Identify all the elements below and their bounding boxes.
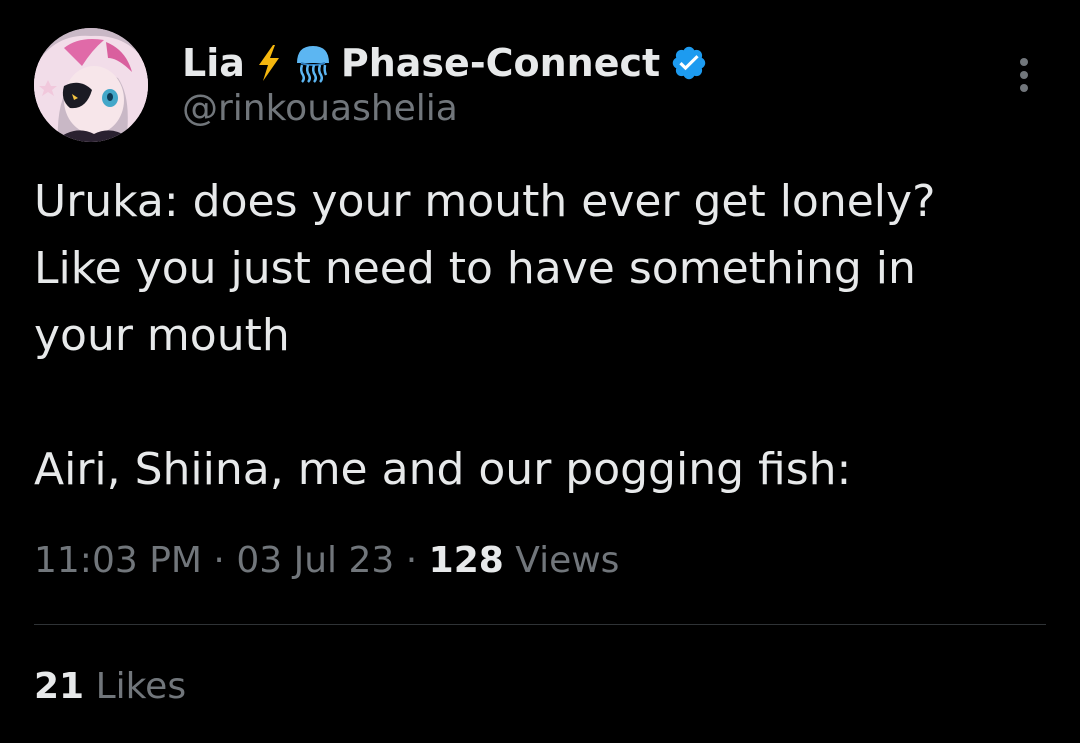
meta-separator: · xyxy=(405,540,418,581)
likes-count: 21 xyxy=(34,666,85,707)
likes-label: Likes xyxy=(95,666,187,707)
org-name[interactable]: Phase-Connect xyxy=(341,41,660,85)
more-vertical-icon xyxy=(1020,58,1028,92)
author-name-row[interactable]: Lia Phase-Connect xyxy=(182,38,708,88)
avatar[interactable] xyxy=(34,28,148,142)
tweet-text: Uruka: does your mouth ever get lonely? … xyxy=(34,176,936,495)
more-options-button[interactable] xyxy=(1004,54,1044,98)
avatar-image xyxy=(34,28,148,142)
tweet-time[interactable]: 11:03 PM xyxy=(34,540,202,581)
tweet-detail: Lia Phase-Connect @rinkouashelia Uruka: … xyxy=(0,0,1080,743)
jellyfish-emoji-icon xyxy=(293,43,333,83)
likes-stat[interactable]: 21 Likes xyxy=(34,666,186,707)
tweet-date[interactable]: 03 Jul 23 xyxy=(236,540,394,581)
verified-badge-icon xyxy=(670,44,708,82)
meta-separator: · xyxy=(213,540,225,581)
views-label: Views xyxy=(515,540,620,581)
tweet-meta: 11:03 PM · 03 Jul 23 · 128 Views xyxy=(34,540,619,581)
display-name[interactable]: Lia xyxy=(182,41,245,85)
lightning-emoji-icon xyxy=(255,43,283,83)
author-handle[interactable]: @rinkouashelia xyxy=(182,88,458,129)
divider xyxy=(34,624,1046,625)
views-count[interactable]: 128 xyxy=(429,540,504,581)
